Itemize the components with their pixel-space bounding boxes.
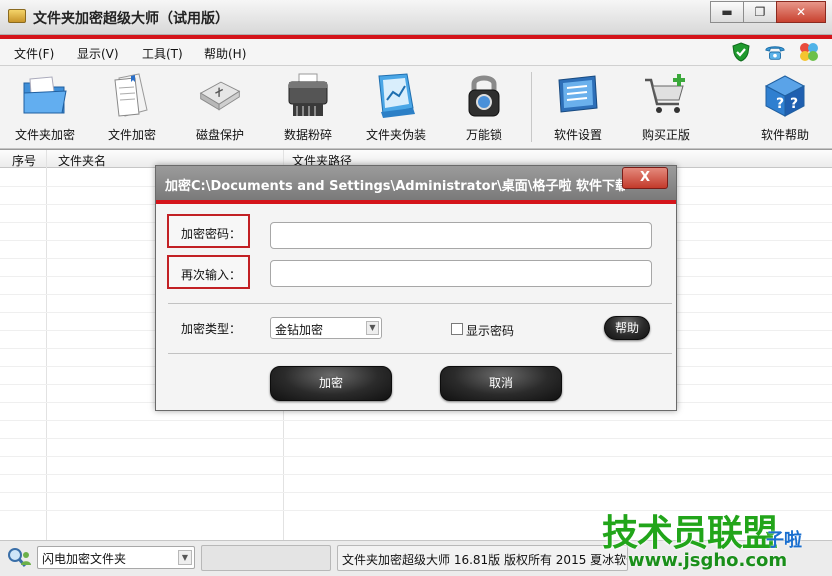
tool-buy[interactable]: 购买正版 bbox=[627, 70, 705, 144]
tool-disk-protect[interactable]: 磁盘保护 bbox=[181, 70, 259, 144]
confirm-password-label: 再次输入： bbox=[167, 255, 250, 289]
window-controls: ▬ ❐ ✕ bbox=[710, 1, 826, 23]
toolbar: 文件夹加密 文件加密 磁盘保护 数据粉碎 文件夹伪装 万能锁 软件设置 购买正版… bbox=[0, 66, 832, 149]
svg-text:?: ? bbox=[790, 96, 798, 112]
tool-label: 文件夹加密 bbox=[14, 128, 75, 142]
usb-disk-icon bbox=[197, 72, 243, 118]
colorful-balls-icon[interactable] bbox=[798, 41, 820, 63]
tool-label: 磁盘保护 bbox=[195, 128, 244, 142]
shopping-cart-icon bbox=[643, 72, 689, 118]
help-cube-icon: ?? bbox=[762, 72, 808, 118]
encrypt-mode-value: 闪电加密文件夹 bbox=[42, 552, 127, 566]
row-divider bbox=[0, 438, 832, 439]
encrypt-type-select[interactable]: 金钻加密 ▼ bbox=[270, 317, 382, 339]
tool-label: 购买正版 bbox=[641, 128, 690, 142]
tool-label: 万能锁 bbox=[465, 128, 502, 142]
divider bbox=[168, 303, 672, 304]
password-input[interactable] bbox=[270, 222, 652, 249]
shredder-icon bbox=[285, 72, 331, 118]
menu-help[interactable]: 帮助(H) bbox=[204, 45, 246, 62]
minimize-button[interactable]: ▬ bbox=[710, 1, 744, 23]
dialog-title: 加密C:\Documents and Settings\Administrato… bbox=[165, 179, 625, 194]
maximize-button[interactable]: ❐ bbox=[743, 1, 777, 23]
shield-check-icon[interactable] bbox=[730, 41, 752, 63]
encrypt-type-label: 加密类型： bbox=[181, 322, 242, 336]
file-lock-icon bbox=[109, 72, 155, 118]
chevron-down-icon[interactable]: ▼ bbox=[366, 321, 379, 335]
show-password-label[interactable]: 显示密码 bbox=[466, 322, 514, 339]
app-folder-icon bbox=[8, 9, 26, 23]
tool-label: 文件加密 bbox=[107, 128, 156, 142]
title-bar: 文件夹加密超级大师（试用版） ▬ ❐ ✕ bbox=[0, 0, 832, 35]
menu-bar: 文件(F) 显示(V) 工具(T) 帮助(H) bbox=[0, 39, 832, 66]
confirm-password-input[interactable] bbox=[270, 260, 652, 287]
tool-label: 文件夹伪装 bbox=[365, 128, 426, 142]
dialog-accent-line bbox=[156, 200, 676, 204]
tool-help[interactable]: ?? 软件帮助 bbox=[746, 70, 824, 144]
watermark-url: www.jsgho.com bbox=[628, 550, 788, 571]
folder-disguise-icon bbox=[373, 72, 419, 118]
close-button[interactable]: ✕ bbox=[776, 1, 826, 23]
phone-icon[interactable] bbox=[764, 41, 786, 63]
tool-data-shred[interactable]: 数据粉碎 bbox=[269, 70, 347, 144]
settings-panel-icon bbox=[555, 72, 601, 118]
show-password-checkbox[interactable] bbox=[451, 323, 463, 335]
tool-file-encrypt[interactable]: 文件加密 bbox=[93, 70, 171, 144]
row-divider bbox=[0, 420, 832, 421]
column-header-name[interactable]: 文件夹名 bbox=[58, 152, 106, 169]
tool-folder-encrypt[interactable]: 文件夹加密 bbox=[6, 70, 84, 144]
tool-settings[interactable]: 软件设置 bbox=[539, 70, 617, 144]
row-divider bbox=[0, 492, 832, 493]
watermark-main-text: 技术员联盟 bbox=[602, 513, 778, 554]
search-user-icon bbox=[6, 547, 32, 569]
folder-lock-icon bbox=[22, 72, 68, 118]
chevron-down-icon[interactable]: ▼ bbox=[178, 550, 192, 565]
padlock-icon bbox=[461, 72, 507, 118]
tool-label: 数据粉碎 bbox=[283, 128, 332, 142]
status-empty-field bbox=[201, 545, 331, 571]
row-divider bbox=[0, 474, 832, 475]
dialog-title-bar: 加密C:\Documents and Settings\Administrato… bbox=[156, 166, 676, 200]
menu-tools[interactable]: 工具(T) bbox=[142, 45, 183, 62]
tool-universal-lock[interactable]: 万能锁 bbox=[445, 70, 523, 144]
help-button[interactable]: 帮助 bbox=[604, 316, 650, 340]
window-title: 文件夹加密超级大师（试用版） bbox=[33, 11, 229, 27]
encrypt-mode-select[interactable]: 闪电加密文件夹 ▼ bbox=[37, 546, 195, 569]
divider bbox=[168, 353, 672, 354]
dialog-close-button[interactable]: X bbox=[622, 167, 668, 189]
column-header-index[interactable]: 序号 bbox=[12, 152, 36, 169]
encrypt-dialog: 加密C:\Documents and Settings\Administrato… bbox=[155, 165, 677, 411]
password-label: 加密密码： bbox=[167, 214, 250, 248]
tool-label: 软件设置 bbox=[553, 128, 602, 142]
status-info-text: 文件夹加密超级大师 16.81版 版权所有 2015 夏冰软件 bbox=[337, 545, 628, 571]
watermark: 技术员联盟 子啦 www.jsgho.com bbox=[598, 496, 832, 576]
cancel-button[interactable]: 取消 bbox=[440, 366, 562, 401]
row-divider bbox=[0, 456, 832, 457]
menu-file[interactable]: 文件(F) bbox=[14, 45, 54, 62]
column-divider bbox=[46, 150, 47, 540]
tool-label: 软件帮助 bbox=[760, 128, 809, 142]
encrypt-button[interactable]: 加密 bbox=[270, 366, 392, 401]
menu-view[interactable]: 显示(V) bbox=[77, 45, 119, 62]
encrypt-type-value: 金钻加密 bbox=[275, 323, 324, 337]
watermark-side-text: 子啦 bbox=[766, 530, 802, 551]
toolbar-separator bbox=[531, 72, 532, 142]
tool-folder-disguise[interactable]: 文件夹伪装 bbox=[357, 70, 435, 144]
svg-text:?: ? bbox=[776, 96, 784, 112]
